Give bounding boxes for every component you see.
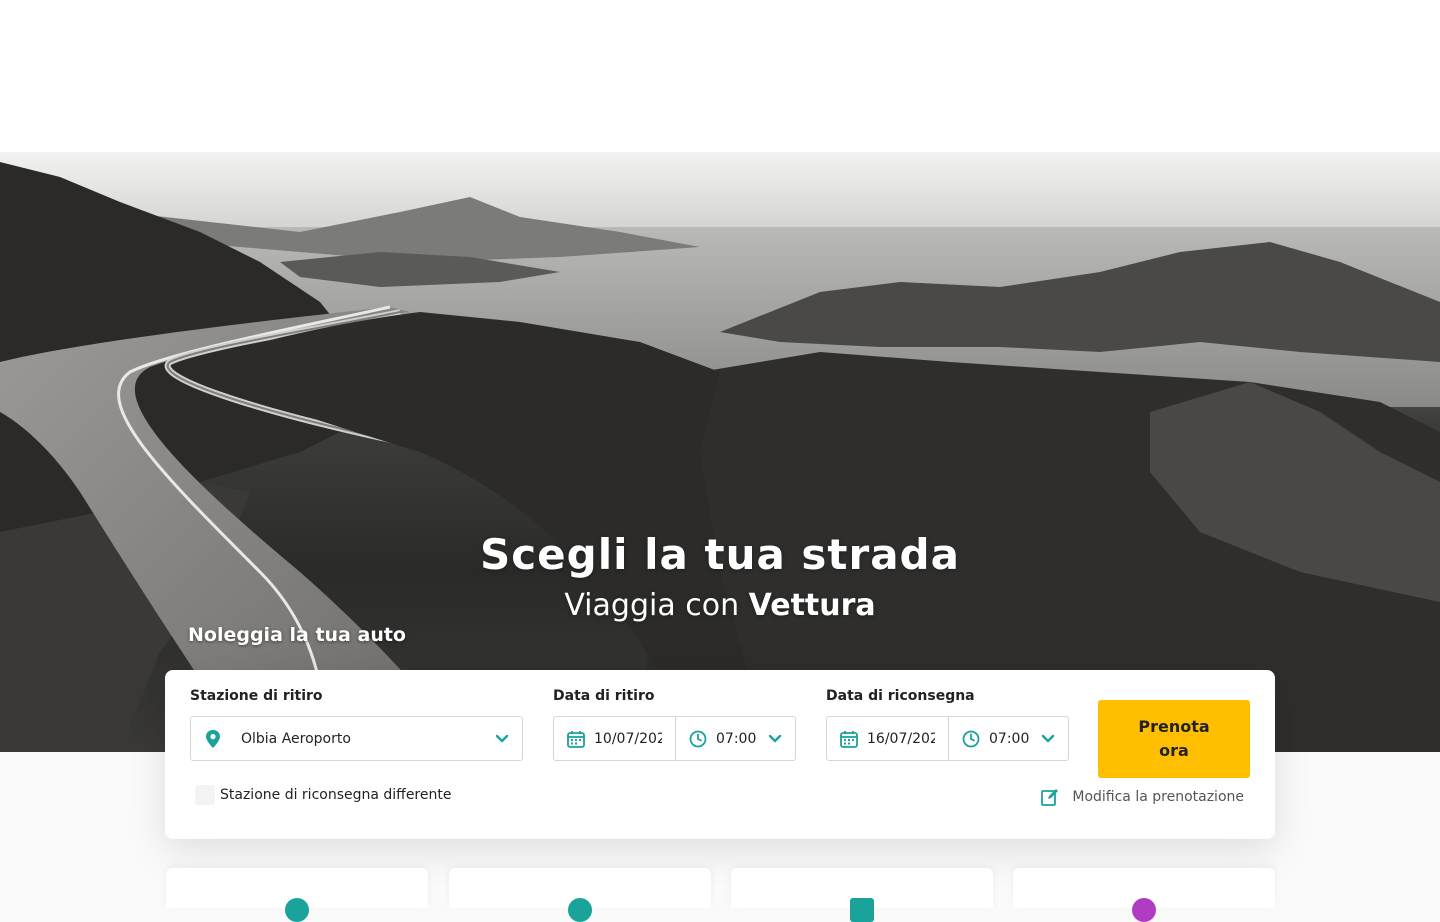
pickup-date-input[interactable]: 10/07/202	[554, 717, 676, 760]
feature-card	[731, 868, 993, 922]
return-date-label: Data di riconsegna	[826, 688, 975, 704]
book-now-button[interactable]: Prenota ora	[1098, 700, 1250, 778]
feature-card	[166, 868, 428, 922]
pickup-datetime-field: 10/07/202 07:00	[553, 716, 796, 761]
feature-card	[449, 868, 711, 922]
return-date-value: 16/07/202	[867, 730, 935, 747]
clock-icon	[688, 729, 708, 749]
return-date-input[interactable]: 16/07/202	[827, 717, 949, 760]
chevron-down-icon	[767, 731, 783, 747]
feature-icon	[285, 898, 309, 922]
hero-banner: Scegli la tua strada Viaggia con Vettura	[0, 152, 1440, 752]
feature-icon	[850, 898, 874, 922]
hero-subtitle: Viaggia con Vettura	[0, 588, 1440, 623]
map-pin-icon	[203, 729, 223, 749]
return-time-select[interactable]: 07:00	[949, 717, 1068, 760]
edit-icon	[1040, 787, 1060, 807]
chevron-down-icon	[494, 731, 510, 747]
clock-icon	[961, 729, 981, 749]
feature-icon	[568, 898, 592, 922]
pickup-date-value: 10/07/202	[594, 730, 662, 747]
top-header-bar	[0, 0, 1440, 152]
pickup-station-select[interactable]: Olbia Aeroporto	[190, 716, 523, 761]
return-time-value: 07:00	[989, 730, 1030, 747]
pickup-date-label: Data di ritiro	[553, 688, 655, 704]
modify-booking-label: Modifica la prenotazione	[1072, 789, 1244, 805]
different-return-station-checkbox[interactable]	[195, 785, 215, 805]
hero-subtitle-brand: Vettura	[748, 588, 876, 623]
feature-card	[1013, 868, 1275, 922]
pickup-station-value: Olbia Aeroporto	[241, 730, 351, 747]
calendar-icon	[839, 729, 859, 749]
pickup-time-value: 07:00	[716, 730, 757, 747]
calendar-icon	[566, 729, 586, 749]
return-datetime-field: 16/07/202 07:00	[826, 716, 1069, 761]
different-return-station-label[interactable]: Stazione di riconsegna differente	[220, 787, 451, 803]
pickup-time-select[interactable]: 07:00	[676, 717, 795, 760]
different-return-station-option: Stazione di riconsegna differente	[195, 785, 451, 805]
hero-landscape-image	[0, 152, 1440, 752]
booking-form: Stazione di ritiro Olbia Aeroporto Data …	[165, 670, 1275, 839]
chevron-down-icon	[1040, 731, 1056, 747]
pickup-station-label: Stazione di ritiro	[190, 688, 323, 704]
feature-cards-row	[0, 868, 1440, 922]
hero-title: Scegli la tua strada	[480, 530, 960, 579]
hero-subtitle-prefix: Viaggia con	[564, 588, 740, 623]
rent-section-label: Noleggia la tua auto	[188, 624, 406, 646]
feature-icon	[1132, 898, 1156, 922]
modify-booking-link[interactable]: Modifica la prenotazione	[1040, 787, 1244, 807]
